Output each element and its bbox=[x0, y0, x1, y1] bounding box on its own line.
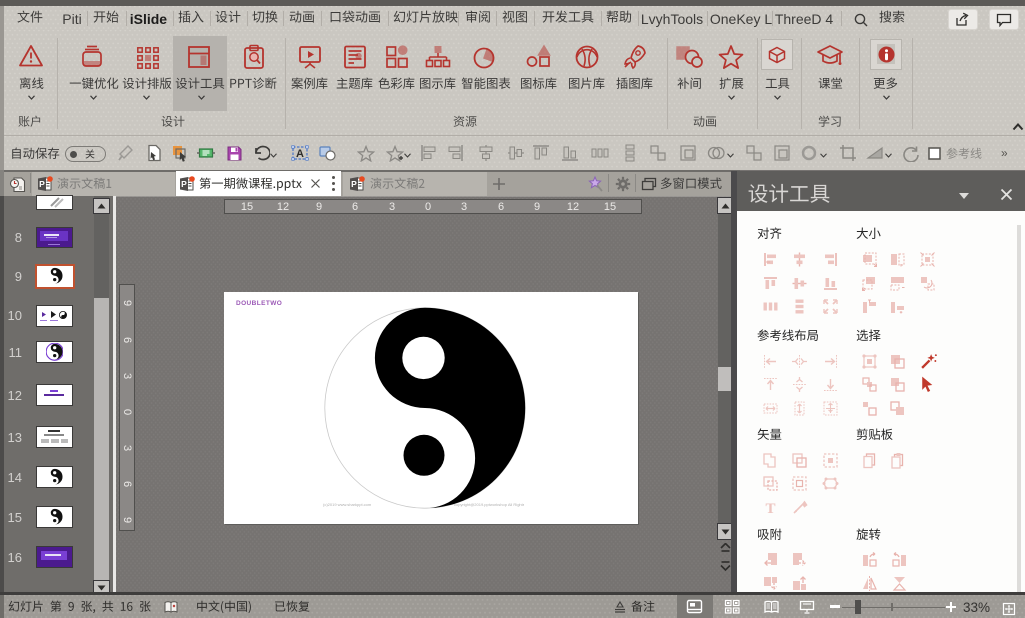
svg-text:P: P bbox=[39, 179, 45, 189]
svg-text:P: P bbox=[181, 179, 187, 189]
svg-text:A: A bbox=[296, 148, 304, 160]
svg-text:T: T bbox=[765, 501, 775, 516]
svg-text:P: P bbox=[351, 179, 357, 189]
